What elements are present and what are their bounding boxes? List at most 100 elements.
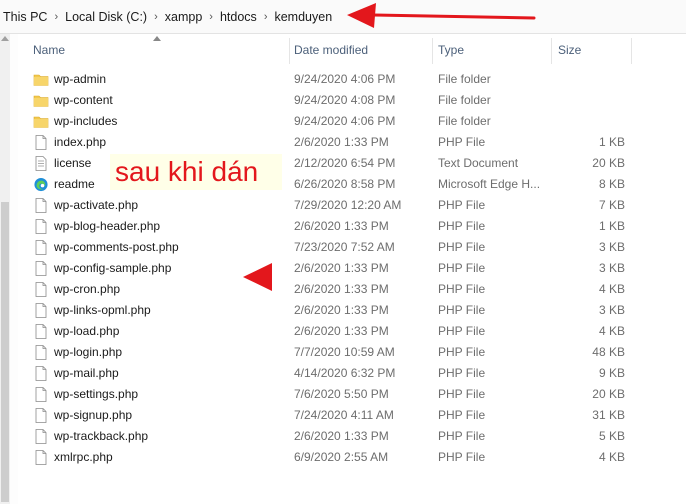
file-type: PHP File	[438, 240, 486, 254]
column-header-size[interactable]: Size	[558, 34, 628, 66]
file-icon	[33, 429, 49, 444]
file-type: PHP File	[438, 198, 486, 212]
file-date-modified: 2/6/2020 1:33 PM	[294, 219, 389, 233]
column-divider[interactable]	[631, 38, 632, 64]
file-row[interactable]: wp-load.php 2/6/2020 1:33 PM PHP File 4 KB	[18, 321, 686, 342]
scroll-up-icon[interactable]	[1, 36, 9, 41]
chevron-right-icon[interactable]: ›	[154, 11, 158, 23]
file-row[interactable]: wp-blog-header.php 2/6/2020 1:33 PM PHP Fi…	[18, 216, 686, 237]
file-size: 5 KB	[598, 429, 625, 443]
file-name: wp-comments-post.php	[54, 240, 179, 254]
file-row[interactable]: wp-admin 9/24/2020 4:06 PM File folder	[18, 69, 686, 90]
file-date-modified: 2/6/2020 1:33 PM	[294, 261, 389, 275]
file-size: 31 KB	[592, 408, 625, 422]
text-document-icon	[33, 156, 49, 171]
file-type: File folder	[438, 93, 491, 107]
file-name: wp-mail.php	[54, 366, 119, 380]
file-name: wp-admin	[54, 72, 107, 86]
chevron-right-icon[interactable]: ›	[209, 11, 213, 23]
file-type: PHP File	[438, 135, 486, 149]
column-divider[interactable]	[289, 38, 290, 64]
column-header-date[interactable]: Date modified	[294, 34, 434, 66]
file-size: 20 KB	[592, 156, 625, 170]
file-name: wp-cron.php	[54, 282, 121, 296]
file-date-modified: 4/14/2020 6:32 PM	[294, 366, 396, 380]
column-header-name[interactable]: Name	[33, 34, 288, 66]
breadcrumb-item-kemduyen[interactable]: kemduyen	[274, 10, 332, 24]
file-size	[558, 90, 625, 111]
file-size: 7 KB	[598, 198, 625, 212]
chevron-right-icon[interactable]: ›	[54, 11, 58, 23]
file-explorer-window: This PC › Local Disk (C:) › xampp › htdo…	[0, 0, 686, 504]
file-icon	[33, 219, 49, 234]
edge-icon	[33, 177, 49, 192]
file-date-modified: 2/6/2020 1:33 PM	[294, 282, 389, 296]
file-row[interactable]: wp-comments-post.php 7/23/2020 7:52 AM PHP…	[18, 237, 686, 258]
file-row[interactable]: wp-includes 9/24/2020 4:06 PM File folder	[18, 111, 686, 132]
scrollbar-thumb[interactable]	[1, 202, 9, 502]
file-size: 4 KB	[598, 324, 625, 338]
file-row[interactable]: index.php 2/6/2020 1:33 PM PHP File 1 KB	[18, 132, 686, 153]
file-date-modified: 6/26/2020 8:58 PM	[294, 177, 396, 191]
file-row[interactable]: wp-signup.php 7/24/2020 4:11 AM PHP File 31…	[18, 405, 686, 426]
column-header-type[interactable]: Type	[438, 34, 548, 66]
file-type: PHP File	[438, 429, 486, 443]
file-type: PHP File	[438, 345, 486, 359]
file-row[interactable]: wp-cron.php 2/6/2020 1:33 PM PHP File 4 KB	[18, 279, 686, 300]
file-name: wp-login.php	[54, 345, 123, 359]
file-type: PHP File	[438, 219, 486, 233]
file-size: 20 KB	[592, 387, 625, 401]
file-name: wp-links-opml.php	[54, 303, 151, 317]
file-date-modified: 2/6/2020 1:33 PM	[294, 135, 389, 149]
file-date-modified: 7/29/2020 12:20 AM	[294, 198, 402, 212]
column-header-row: Name Date modified Type Size	[18, 34, 686, 66]
file-row[interactable]: wp-trackback.php 2/6/2020 1:33 PM PHP File…	[18, 426, 686, 447]
navigation-scrollbar[interactable]	[0, 34, 10, 504]
file-size: 8 KB	[598, 177, 625, 191]
folder-icon	[33, 114, 49, 129]
annotation-label: sau khi dán	[110, 154, 282, 190]
breadcrumb-item-htdocs[interactable]: htdocs	[220, 10, 257, 24]
file-row[interactable]: wp-activate.php 7/29/2020 12:20 AM PHP Fil…	[18, 195, 686, 216]
file-name: wp-trackback.php	[54, 429, 149, 443]
file-size: 1 KB	[598, 135, 625, 149]
file-size: 3 KB	[598, 261, 625, 275]
file-icon	[33, 387, 49, 402]
file-size: 4 KB	[598, 450, 625, 464]
file-date-modified: 2/6/2020 1:33 PM	[294, 324, 389, 338]
breadcrumb-item-this-pc[interactable]: This PC	[3, 10, 47, 24]
breadcrumb-item-local-disk[interactable]: Local Disk (C:)	[65, 10, 147, 24]
file-name: wp-settings.php	[54, 387, 139, 401]
file-size: 9 KB	[598, 366, 625, 380]
file-date-modified: 2/6/2020 1:33 PM	[294, 429, 389, 443]
file-type: Text Document	[438, 156, 519, 170]
file-name: index.php	[54, 135, 107, 149]
file-icon	[33, 324, 49, 339]
file-row[interactable]: wp-login.php 7/7/2020 10:59 AM PHP File 48 …	[18, 342, 686, 363]
file-name: wp-content	[54, 93, 113, 107]
column-divider[interactable]	[432, 38, 433, 64]
file-date-modified: 7/6/2020 5:50 PM	[294, 387, 389, 401]
file-type: PHP File	[438, 450, 486, 464]
file-size	[558, 69, 625, 90]
file-size: 48 KB	[592, 345, 625, 359]
file-row[interactable]: wp-content 9/24/2020 4:08 PM File folder	[18, 90, 686, 111]
chevron-right-icon[interactable]: ›	[264, 11, 268, 23]
file-row[interactable]: wp-mail.php 4/14/2020 6:32 PM PHP File 9 KB	[18, 363, 686, 384]
file-type: PHP File	[438, 324, 486, 338]
file-row[interactable]: xmlrpc.php 6/9/2020 2:55 AM PHP File 4 KB	[18, 447, 686, 468]
file-size	[558, 111, 625, 132]
file-row[interactable]: wp-config-sample.php 2/6/2020 1:33 PM PHP …	[18, 258, 686, 279]
file-date-modified: 2/12/2020 6:54 PM	[294, 156, 396, 170]
file-row[interactable]: wp-settings.php 7/6/2020 5:50 PM PHP File 2…	[18, 384, 686, 405]
file-icon	[33, 303, 49, 318]
breadcrumb-item-xampp[interactable]: xampp	[165, 10, 203, 24]
file-row[interactable]: wp-links-opml.php 2/6/2020 1:33 PM PHP Fil…	[18, 300, 686, 321]
column-divider[interactable]	[551, 38, 552, 64]
file-icon	[33, 261, 49, 276]
file-type: Microsoft Edge H...	[438, 177, 541, 191]
file-list: wp-admin 9/24/2020 4:06 PM File folder wp-c…	[18, 69, 686, 468]
file-type: PHP File	[438, 408, 486, 422]
file-icon	[33, 135, 49, 150]
file-date-modified: 2/6/2020 1:33 PM	[294, 303, 389, 317]
